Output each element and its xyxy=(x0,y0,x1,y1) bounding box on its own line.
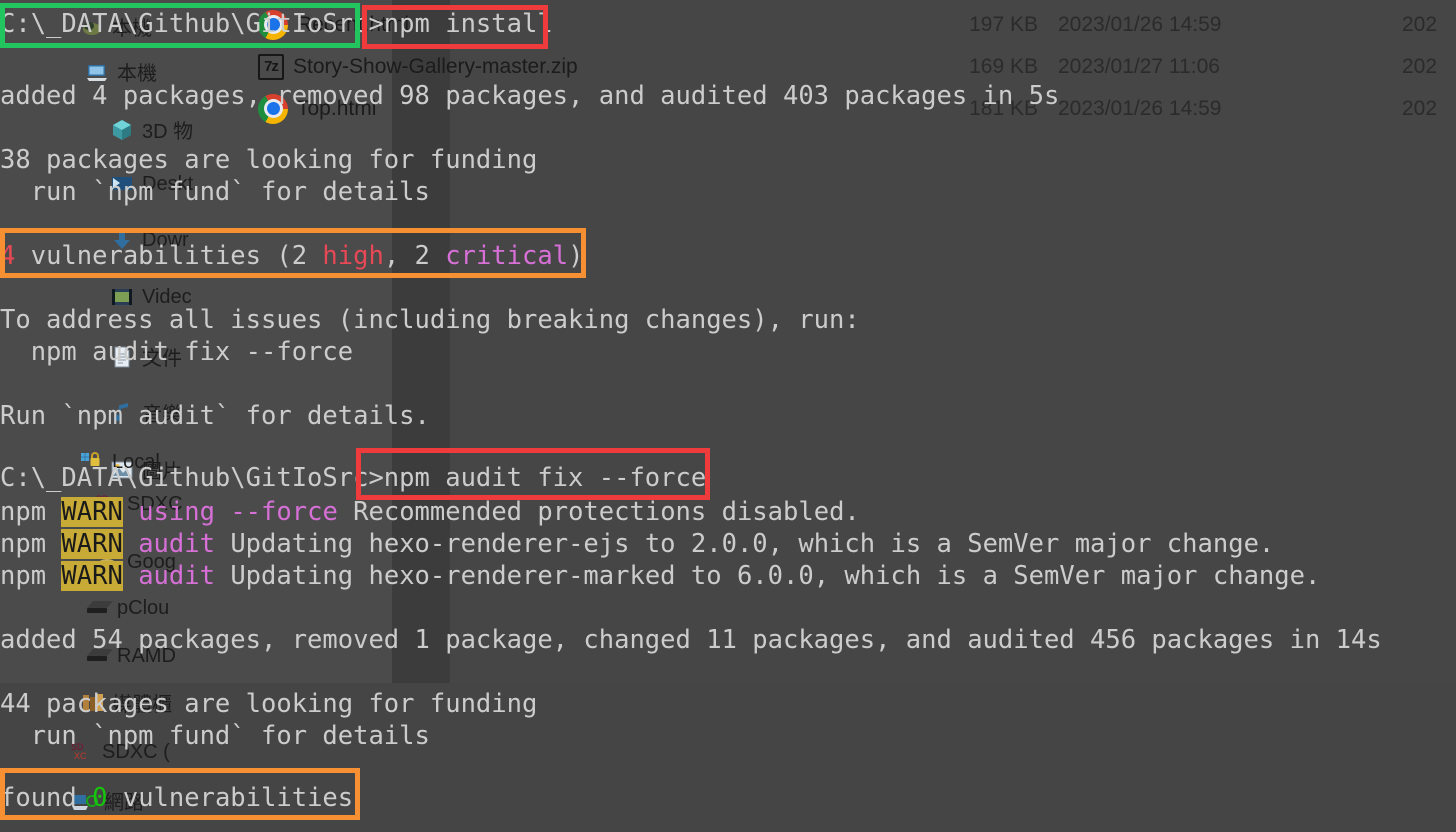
terminal-text-span: added 54 packages, removed 1 package, ch… xyxy=(0,625,1382,655)
terminal-text-span: audit xyxy=(138,529,215,559)
terminal-text-span: npm xyxy=(0,561,62,591)
terminal-text-span: C:\_DATA\Github\GitIoSrc>npm audit fix -… xyxy=(0,463,707,493)
terminal-text-span: , 2 xyxy=(383,241,446,271)
terminal-text-span: WARN xyxy=(61,561,123,591)
screen-root: 本機 本機 3D 物 Deskt Dowr Videc 文件 音樂 圖片 Loc… xyxy=(0,0,1456,832)
terminal-text-span: WARN xyxy=(61,529,123,559)
terminal-text-span: 0 xyxy=(92,783,108,813)
terminal-line-found-0-vulnerabilities: found 0 vulnerabilities xyxy=(0,782,353,814)
terminal-text-span: WARN xyxy=(61,497,123,527)
terminal-line-prompt-npm-install: C:\_DATA\Github\GitIoSrc>npm install xyxy=(0,8,553,40)
terminal-line-vulnerabilities-4: 4 vulnerabilities (2 high, 2 critical) xyxy=(0,240,583,272)
terminal-text-span xyxy=(123,561,138,591)
terminal-line-warn-audit-ejs: npm WARN audit Updating hexo-renderer-ej… xyxy=(0,528,1274,560)
terminal-line-audit-fix-force-suggestion: npm audit fix --force xyxy=(0,336,353,368)
terminal-text-span: --force xyxy=(230,497,338,527)
terminal-text-span: run `npm fund` for details xyxy=(0,721,430,751)
terminal-line-funding-44-detail: run `npm fund` for details xyxy=(0,720,430,752)
terminal-line-funding-38: 38 packages are looking for funding xyxy=(0,144,537,176)
terminal-text-span: 44 packages are looking for funding xyxy=(0,689,538,719)
terminal-text-span xyxy=(123,529,138,559)
terminal-line-to-address-all: To address all issues (including breakin… xyxy=(0,304,860,336)
terminal-text-span: high xyxy=(322,241,384,271)
terminal-output[interactable]: C:\_DATA\Github\GitIoSrc>npm install adde… xyxy=(0,0,1456,832)
terminal-text-span: vulnerabilities xyxy=(107,783,354,813)
terminal-text-span: npm xyxy=(0,529,62,559)
terminal-line-funding-38-detail: run `npm fund` for details xyxy=(0,176,430,208)
terminal-text-span: Updating hexo-renderer-ejs to 2.0.0, whi… xyxy=(214,529,1275,559)
terminal-line-prompt-audit-fix-force: C:\_DATA\Github\GitIoSrc>npm audit fix -… xyxy=(0,462,706,494)
terminal-text-span: found xyxy=(0,783,93,813)
terminal-text-span xyxy=(215,497,230,527)
terminal-text-span xyxy=(123,497,138,527)
terminal-text-span: using xyxy=(138,497,215,527)
terminal-text-span: 38 packages are looking for funding xyxy=(0,145,538,175)
terminal-line-run-npm-audit: Run `npm audit` for details. xyxy=(0,400,430,432)
terminal-text-span: added 4 packages, removed 98 packages, a… xyxy=(0,81,1060,111)
terminal-text-span: npm audit fix --force xyxy=(0,337,354,367)
terminal-text-span: audit xyxy=(138,561,215,591)
terminal-line-warn-using-force: npm WARN using --force Recommended prote… xyxy=(0,496,860,528)
terminal-text-span: npm xyxy=(0,497,62,527)
terminal-text-span: run `npm fund` for details xyxy=(0,177,430,207)
terminal-text-span: To address all issues (including breakin… xyxy=(0,305,860,335)
terminal-line-added-removed-audited: added 4 packages, removed 98 packages, a… xyxy=(0,80,1059,112)
terminal-text-span: 4 xyxy=(0,241,16,271)
terminal-line-warn-audit-marked: npm WARN audit Updating hexo-renderer-ma… xyxy=(0,560,1320,592)
terminal-text-span: vulnerabilities (2 xyxy=(15,241,323,271)
terminal-text-span: Updating hexo-renderer-marked to 6.0.0, … xyxy=(214,561,1321,591)
terminal-line-added-54-summary: added 54 packages, removed 1 package, ch… xyxy=(0,624,1382,656)
terminal-text-span: Run `npm audit` for details. xyxy=(0,401,430,431)
terminal-text-span: ) xyxy=(568,241,584,271)
terminal-text-span: C:\_DATA\Github\GitIoSrc>npm install xyxy=(0,9,553,39)
terminal-line-funding-44: 44 packages are looking for funding xyxy=(0,688,537,720)
terminal-text-span: Recommended protections disabled. xyxy=(337,497,860,527)
terminal-text-span: critical xyxy=(445,241,569,271)
